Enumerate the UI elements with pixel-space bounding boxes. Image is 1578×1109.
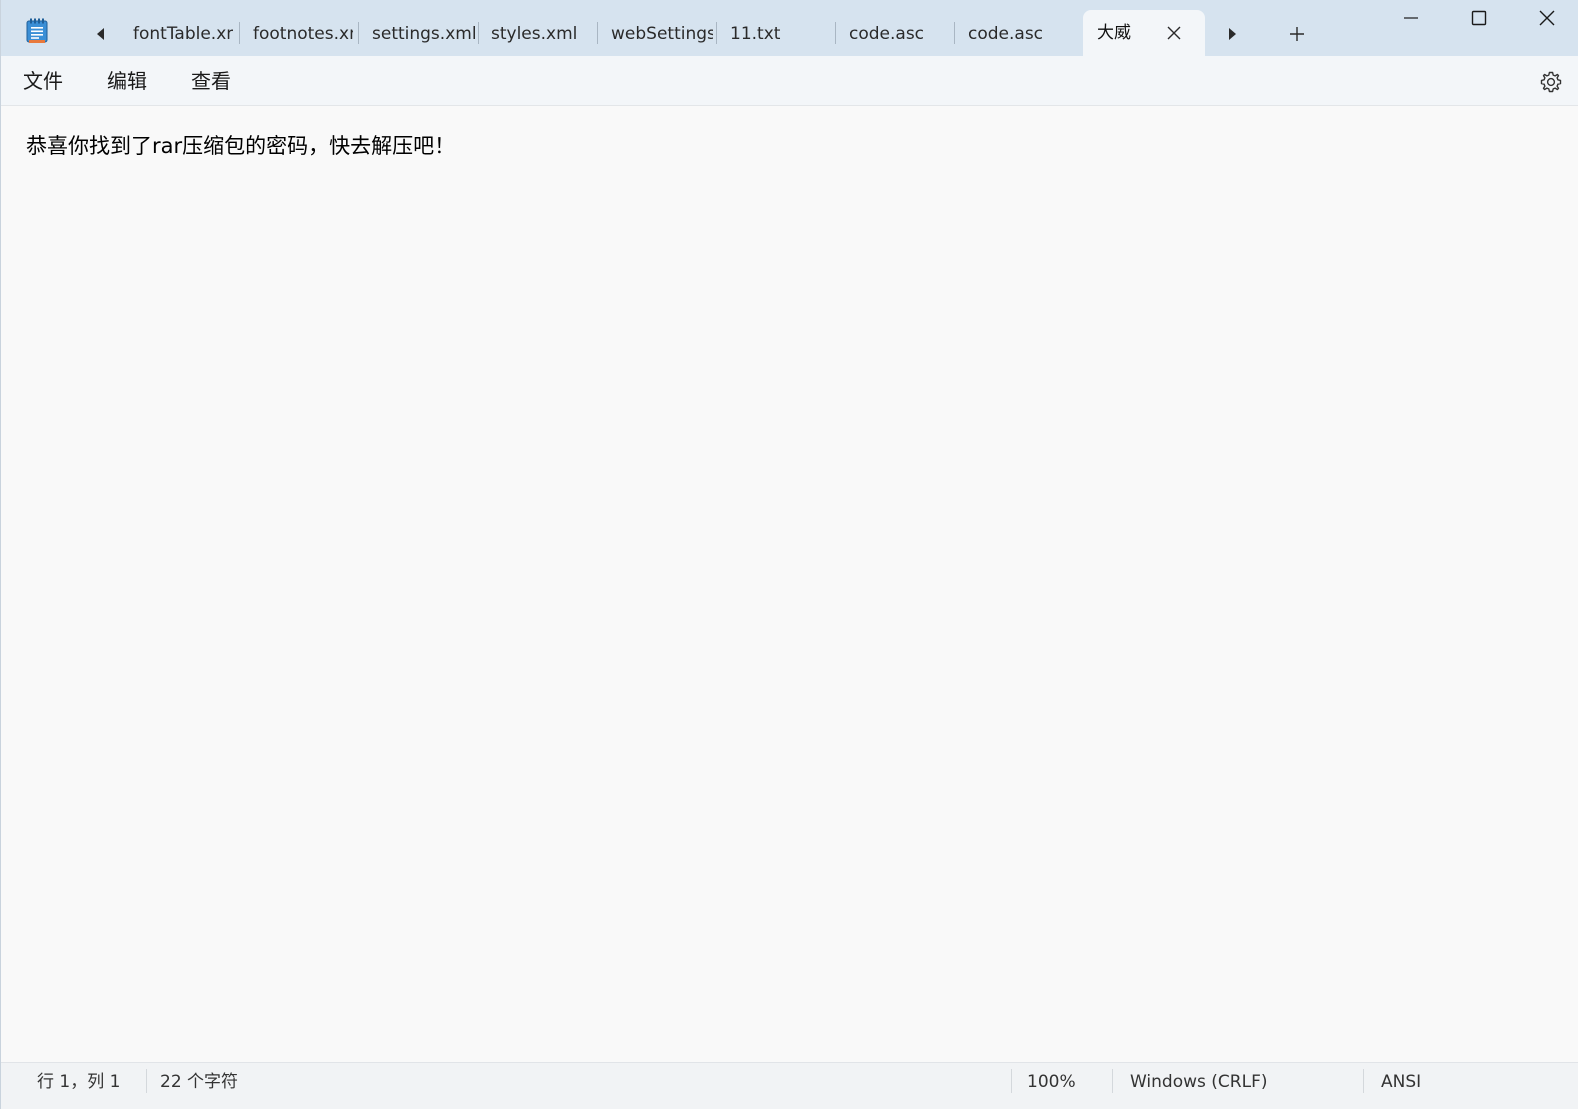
tab-divider <box>478 22 479 44</box>
menu-file[interactable]: 文件 <box>23 56 63 106</box>
notepad-icon <box>26 18 48 43</box>
close-icon <box>1167 26 1181 40</box>
tab-styles-xml[interactable]: styles.xml <box>491 12 591 56</box>
editor-content[interactable]: 恭喜你找到了rar压缩包的密码，快去解压吧！ <box>26 130 455 162</box>
status-divider <box>146 1069 147 1093</box>
close-window-button[interactable] <box>1513 0 1578 36</box>
tab-label: 11.txt <box>730 24 781 44</box>
new-tab-button[interactable] <box>1283 20 1311 48</box>
tab-label: 大威 <box>1097 23 1131 43</box>
tab-divider <box>835 22 836 44</box>
encoding[interactable]: ANSI <box>1381 1063 1421 1101</box>
menu-view[interactable]: 查看 <box>191 56 231 106</box>
maximize-icon <box>1471 10 1487 26</box>
tab-label: code.asc <box>968 24 1044 44</box>
menu-edit[interactable]: 编辑 <box>107 56 147 106</box>
tab-divider <box>716 22 717 44</box>
plus-icon <box>1290 27 1304 41</box>
line-ending[interactable]: Windows (CRLF) <box>1130 1063 1268 1101</box>
character-count: 22 个字符 <box>160 1072 239 1092</box>
status-divider <box>1112 1069 1113 1093</box>
text-editor[interactable]: 恭喜你找到了rar压缩包的密码，快去解压吧！ <box>1 106 1578 1061</box>
zoom-level[interactable]: 100% <box>1027 1063 1076 1101</box>
tab-footnotes[interactable]: footnotes.xn <box>253 12 353 56</box>
caret-right-icon <box>1229 28 1236 40</box>
minimize-button[interactable] <box>1377 0 1445 36</box>
tab-websettings[interactable]: webSettings <box>611 12 713 56</box>
status-bar: 行 1，列 1 22 个字符 100% Windows (CRLF) ANSI <box>1 1062 1578 1109</box>
minimize-icon <box>1404 17 1418 19</box>
notepad-window: fontTable.xm footnotes.xn settings.xml s… <box>0 0 1578 1109</box>
tab-scroll-right-button[interactable] <box>1218 20 1246 48</box>
status-divider <box>1011 1069 1012 1093</box>
tab-active[interactable]: 大威 <box>1083 10 1205 56</box>
tab-close-button[interactable] <box>1163 22 1185 44</box>
tab-label: webSettings <box>611 24 713 44</box>
cursor-position: 行 1，列 1 <box>37 1072 121 1092</box>
close-icon <box>1539 10 1555 26</box>
tab-divider <box>239 22 240 44</box>
tab-code-asc[interactable]: code.asc <box>849 12 949 56</box>
tab-scroll-left-button[interactable] <box>87 20 115 48</box>
tab-fonttable[interactable]: fontTable.xm <box>133 12 233 56</box>
tab-label: code.asc <box>849 24 925 44</box>
tab-divider <box>954 22 955 44</box>
tab-label: styles.xml <box>491 24 578 44</box>
tab-code-asc-2[interactable]: code.asc <box>968 12 1068 56</box>
gear-icon <box>1540 71 1562 93</box>
tab-label: footnotes.xn <box>253 24 353 44</box>
menu-bar: 文件 编辑 查看 <box>1 56 1578 106</box>
tab-11-txt[interactable]: 11.txt <box>730 12 830 56</box>
status-divider <box>1363 1069 1364 1093</box>
title-bar: fontTable.xm footnotes.xn settings.xml s… <box>1 0 1578 56</box>
tab-label: fontTable.xm <box>133 24 233 44</box>
tab-divider <box>597 22 598 44</box>
tab-label: settings.xml <box>372 24 476 44</box>
maximize-button[interactable] <box>1445 0 1513 36</box>
tab-settings-xml[interactable]: settings.xml <box>372 12 476 56</box>
caret-left-icon <box>97 28 104 40</box>
settings-button[interactable] <box>1537 68 1565 96</box>
tab-divider <box>358 22 359 44</box>
